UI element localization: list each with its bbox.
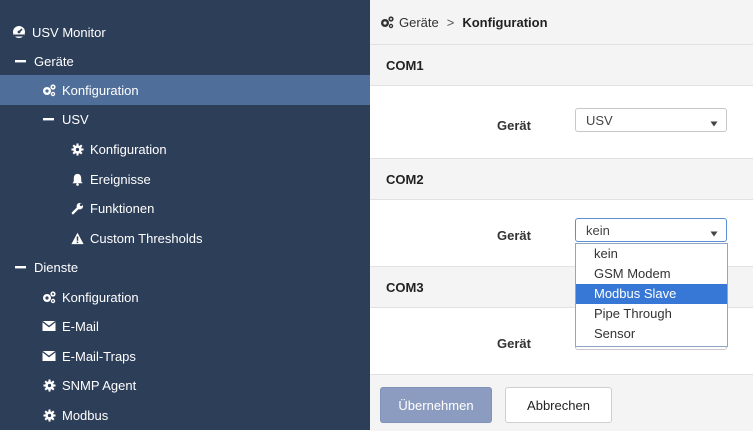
sidebar-item-geraete-konfiguration[interactable]: Konfiguration [0, 75, 412, 105]
minus-icon [42, 112, 56, 126]
sidebar: USV Monitor Geräte Konfiguration USV Kon… [0, 0, 412, 430]
breadcrumb: Geräte > Konfiguration [370, 0, 753, 45]
sidebar-item-label: Custom Thresholds [90, 230, 203, 246]
sidebar-item-label: Konfiguration [62, 289, 139, 305]
cancel-button[interactable]: Abbrechen [505, 387, 612, 423]
field-label-com1: Gerät [497, 118, 531, 133]
dropdown-option[interactable]: Pipe Through [576, 304, 727, 324]
sidebar-item-geraete[interactable]: Geräte [0, 46, 384, 76]
field-label-com2: Gerät [497, 228, 531, 243]
minus-icon [14, 260, 28, 274]
dropdown-option[interactable]: Sensor [576, 324, 727, 344]
cogs-icon [42, 83, 56, 97]
select-value: USV [586, 112, 613, 128]
sidebar-item-dienste-konfiguration[interactable]: Konfiguration [0, 282, 412, 312]
breadcrumb-separator: > [446, 14, 455, 30]
gear-icon [70, 142, 84, 156]
dashboard-icon [12, 25, 26, 39]
device-select-com1[interactable]: USV [575, 108, 727, 132]
envelope-icon [42, 349, 56, 363]
caret-down-icon [710, 116, 718, 131]
sidebar-item-email[interactable]: E-Mail [0, 311, 412, 341]
sidebar-item-label: Dienste [34, 259, 79, 275]
bell-icon [70, 172, 84, 186]
section-title: COM3 [386, 279, 424, 295]
sidebar-item-dienste[interactable]: Dienste [0, 252, 384, 282]
section-com1-header: COM1 [370, 44, 753, 86]
sidebar-item-usv[interactable]: USV [0, 104, 412, 134]
field-label-com3: Gerät [497, 336, 531, 351]
caret-down-icon [710, 226, 718, 241]
sidebar-item-label: E-Mail [62, 318, 99, 334]
sidebar-item-label: E-Mail-Traps [62, 348, 136, 364]
sidebar-item-label: Ereignisse [90, 171, 151, 187]
cogs-icon [380, 15, 394, 29]
gear-icon [42, 378, 56, 392]
sidebar-item-snmp-agent[interactable]: SNMP Agent [0, 370, 412, 400]
dropdown-option-highlighted[interactable]: Modbus Slave [576, 284, 727, 304]
sidebar-item-modbus[interactable]: Modbus [0, 400, 412, 430]
minus-icon [14, 54, 28, 68]
sidebar-item-label: Konfiguration [90, 141, 167, 157]
sidebar-title-label: USV Monitor [32, 24, 106, 40]
wrench-icon [70, 201, 84, 215]
main-panel: Geräte > Konfiguration COM1 Gerät USV CO… [370, 0, 753, 430]
sidebar-item-label: Modbus [62, 407, 109, 423]
dropdown-option[interactable]: GSM Modem [576, 264, 727, 284]
device-select-com2[interactable]: kein [575, 218, 727, 242]
apply-button[interactable]: Übernehmen [380, 387, 492, 423]
select-value: kein [586, 222, 610, 238]
section-title: COM2 [386, 171, 424, 187]
breadcrumb-parent[interactable]: Geräte [399, 15, 439, 30]
form-footer: Übernehmen Abbrechen [370, 374, 753, 431]
sidebar-item-label: USV [62, 111, 89, 127]
device-dropdown-list: kein GSM Modem Modbus Slave Pipe Through… [575, 243, 728, 347]
section-title: COM1 [386, 57, 424, 73]
sidebar-item-email-traps[interactable]: E-Mail-Traps [0, 341, 412, 371]
cogs-icon [42, 290, 56, 304]
dropdown-option[interactable]: kein [576, 244, 727, 264]
sidebar-item-label: Geräte [34, 53, 74, 69]
envelope-icon [42, 319, 56, 333]
breadcrumb-current: Konfiguration [462, 14, 548, 30]
gear-icon [42, 408, 56, 422]
sidebar-item-label: Konfiguration [62, 82, 139, 98]
section-com2-header: COM2 [370, 158, 753, 200]
warning-icon [70, 231, 84, 245]
sidebar-item-label: SNMP Agent [62, 377, 137, 393]
sidebar-item-label: Funktionen [90, 200, 155, 216]
sidebar-title[interactable]: USV Monitor [0, 22, 382, 42]
